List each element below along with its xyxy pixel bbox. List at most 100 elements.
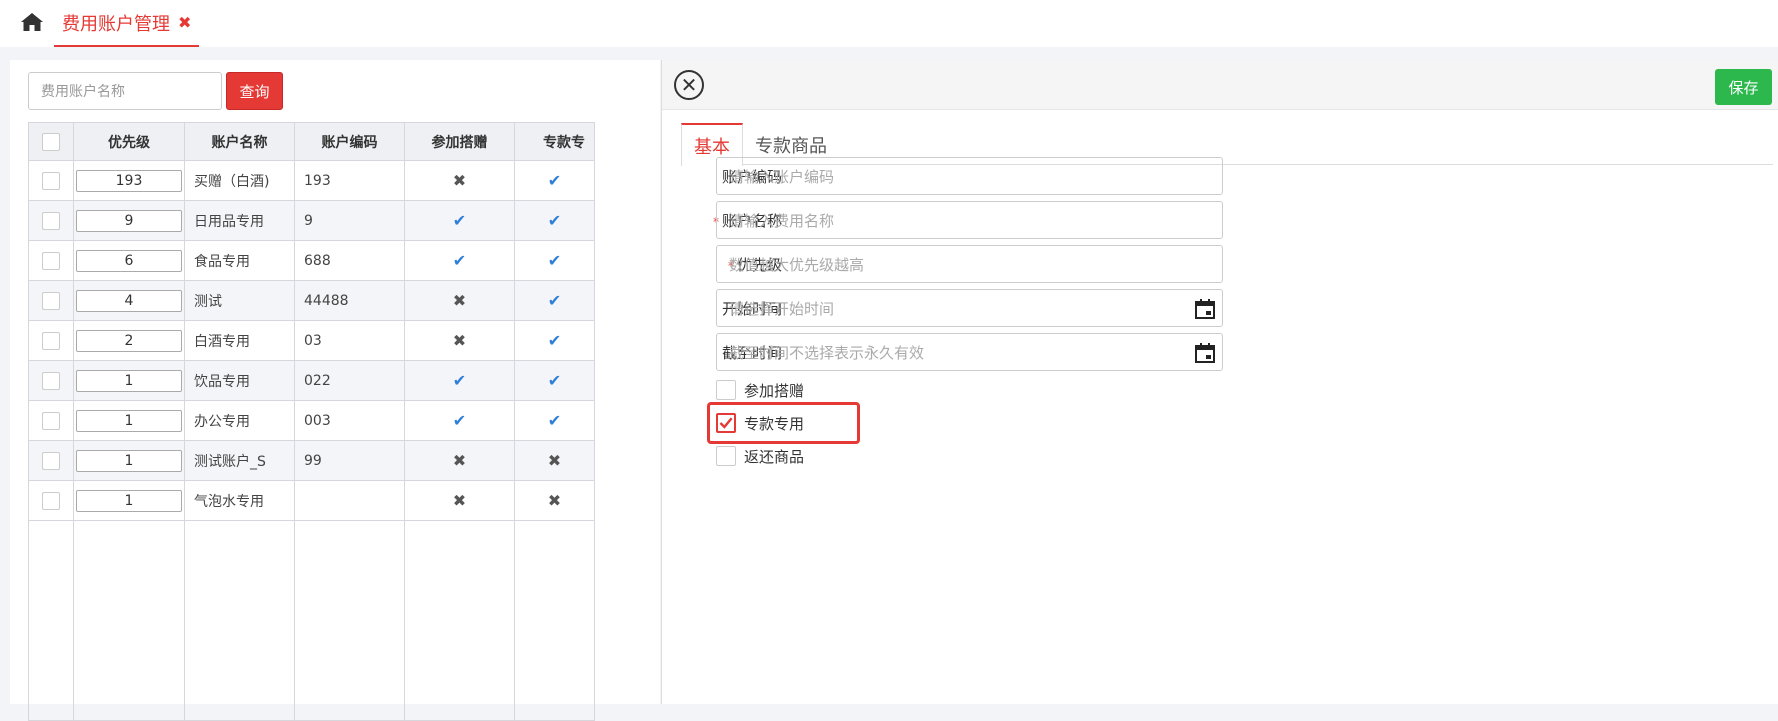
empty-cell [28,520,74,721]
priority-cell: 1 [73,360,185,401]
priority-input[interactable]: 4 [76,289,182,312]
row-checkbox-cell [28,360,74,401]
close-icon[interactable]: ✕ [674,70,704,100]
cross-icon: ✖ [514,440,595,481]
account-code-cell: 44488 [294,280,405,321]
priority-input[interactable]: 1 [76,409,182,432]
priority-input[interactable]: 9 [76,209,182,232]
row-checkbox-cell [28,200,74,241]
account-name-cell: 饮品专用 [184,360,295,401]
account-name-cell: 测试账户_S [184,440,295,481]
col-account-name[interactable]: 账户名称 [184,122,295,161]
row-checkbox[interactable] [42,211,60,230]
calendar-icon[interactable] [1194,342,1216,364]
table-row[interactable]: 1 办公专用 003 ✔ ✔ [28,400,595,441]
empty-cell [73,520,185,721]
account-code-cell: 003 [294,400,405,441]
priority-input[interactable]: 2 [76,329,182,352]
checkbox-box[interactable] [716,380,736,400]
check-icon: ✔ [514,160,595,201]
checkbox-label: 参加搭赠 [744,381,805,400]
highlight-box [707,402,860,444]
account-name-cell: 食品专用 [184,240,295,281]
row-checkbox[interactable] [42,491,60,510]
account-code-cell: 99 [294,440,405,481]
checkbox-label: 返还商品 [744,447,805,466]
table-row[interactable]: 9 日用品专用 9 ✔ ✔ [28,200,595,241]
row-checkbox-cell [28,400,74,441]
account-code-field[interactable]: 请输入账户编码 [716,157,1223,195]
field-placeholder: 数值越大优先级越高 [729,255,865,274]
row-checkbox-cell [28,280,74,321]
cross-icon: ✖ [404,320,515,361]
priority-input[interactable]: 6 [76,249,182,272]
checkbox-box[interactable] [716,446,736,466]
tab-expense-account[interactable]: 费用账户管理 ✖ [54,0,200,47]
tab-close-icon[interactable]: ✖ [178,13,191,32]
table-row[interactable]: 1 饮品专用 022 ✔ ✔ [28,360,595,401]
priority-input[interactable]: 1 [76,369,182,392]
row-checkbox[interactable] [42,251,60,270]
row-checkbox[interactable] [42,371,60,390]
editor-header: ✕ 保存 [662,60,1778,110]
account-code-cell: 688 [294,240,405,281]
cross-icon: ✖ [404,480,515,521]
calendar-icon[interactable] [1194,298,1216,320]
table-row[interactable]: 1 测试账户_S 99 ✖ ✖ [28,440,595,481]
row-checkbox[interactable] [42,171,60,190]
table-header: 优先级 账户名称 账户编码 参加搭赠 专款专 [28,122,595,161]
account-name-cell: 办公专用 [184,400,295,441]
save-button[interactable]: 保存 [1715,69,1772,105]
empty-cell [184,520,295,721]
check-icon: ✔ [514,400,595,441]
row-checkbox-cell [28,480,74,521]
col-special[interactable]: 专款专 [514,122,595,161]
priority-input[interactable]: 193 [76,169,182,192]
gift-checkbox[interactable]: 参加搭赠 [716,379,804,401]
form-row: * 账户名称 请输入费用名称 [662,201,1362,239]
list-panel: 费用账户名称 查询 优先级 账户名称 账户编码 参加搭赠 专款专 193 买赠（白… [10,60,660,721]
row-checkbox[interactable] [42,451,60,470]
empty-cell [294,520,405,721]
home-icon[interactable] [20,12,44,32]
row-checkbox[interactable] [42,411,60,430]
select-all-checkbox[interactable] [42,132,60,151]
priority-cell: 4 [73,280,185,321]
top-bar: 费用账户管理 ✖ [0,0,1778,47]
account-table: 优先级 账户名称 账户编码 参加搭赠 专款专 193 买赠（白酒) 193 ✖ ✔ 9 日用… [28,122,595,721]
check-icon: ✔ [404,400,515,441]
table-row[interactable]: 1 气泡水专用 ✖ ✖ [28,480,595,521]
field-placeholder: 请选择开始时间 [729,299,835,318]
editor-panel: ✕ 保存 基本 专款商品 账户编码 请输入账户编码 * 账户名称 请输入费用名称 * 优先级… [661,60,1778,704]
start-time-field[interactable]: 请选择开始时间 [716,289,1223,327]
col-account-code[interactable]: 账户编码 [294,122,405,161]
col-priority[interactable]: 优先级 [73,122,185,161]
priority-input[interactable]: 1 [76,489,182,512]
col-gift[interactable]: 参加搭赠 [404,122,515,161]
priority-field[interactable]: 数值越大优先级越高 [716,245,1223,283]
select-all-cell [28,122,74,161]
priority-cell: 9 [73,200,185,241]
row-checkbox[interactable] [42,291,60,310]
account-name-field[interactable]: 请输入费用名称 [716,201,1223,239]
account-code-cell: 03 [294,320,405,361]
table-row[interactable]: 4 测试 44488 ✖ ✔ [28,280,595,321]
table-row[interactable]: 2 白酒专用 03 ✖ ✔ [28,320,595,361]
empty-cell [404,520,515,721]
search-button[interactable]: 查询 [226,72,283,110]
field-placeholder: 截至时间不选择表示永久有效 [729,343,925,362]
row-checkbox-cell [28,440,74,481]
table-row[interactable]: 6 食品专用 688 ✔ ✔ [28,240,595,281]
account-name-cell: 日用品专用 [184,200,295,241]
field-placeholder: 请输入账户编码 [729,167,835,186]
row-checkbox[interactable] [42,331,60,350]
check-icon: ✔ [514,320,595,361]
account-name-cell: 测试 [184,280,295,321]
priority-cell: 1 [73,440,185,481]
form-row: 账户编码 请输入账户编码 [662,157,1362,195]
end-time-field[interactable]: 截至时间不选择表示永久有效 [716,333,1223,371]
priority-input[interactable]: 1 [76,449,182,472]
search-input[interactable]: 费用账户名称 [28,72,222,110]
return-goods-checkbox[interactable]: 返还商品 [716,445,804,467]
table-row[interactable]: 193 买赠（白酒) 193 ✖ ✔ [28,160,595,201]
